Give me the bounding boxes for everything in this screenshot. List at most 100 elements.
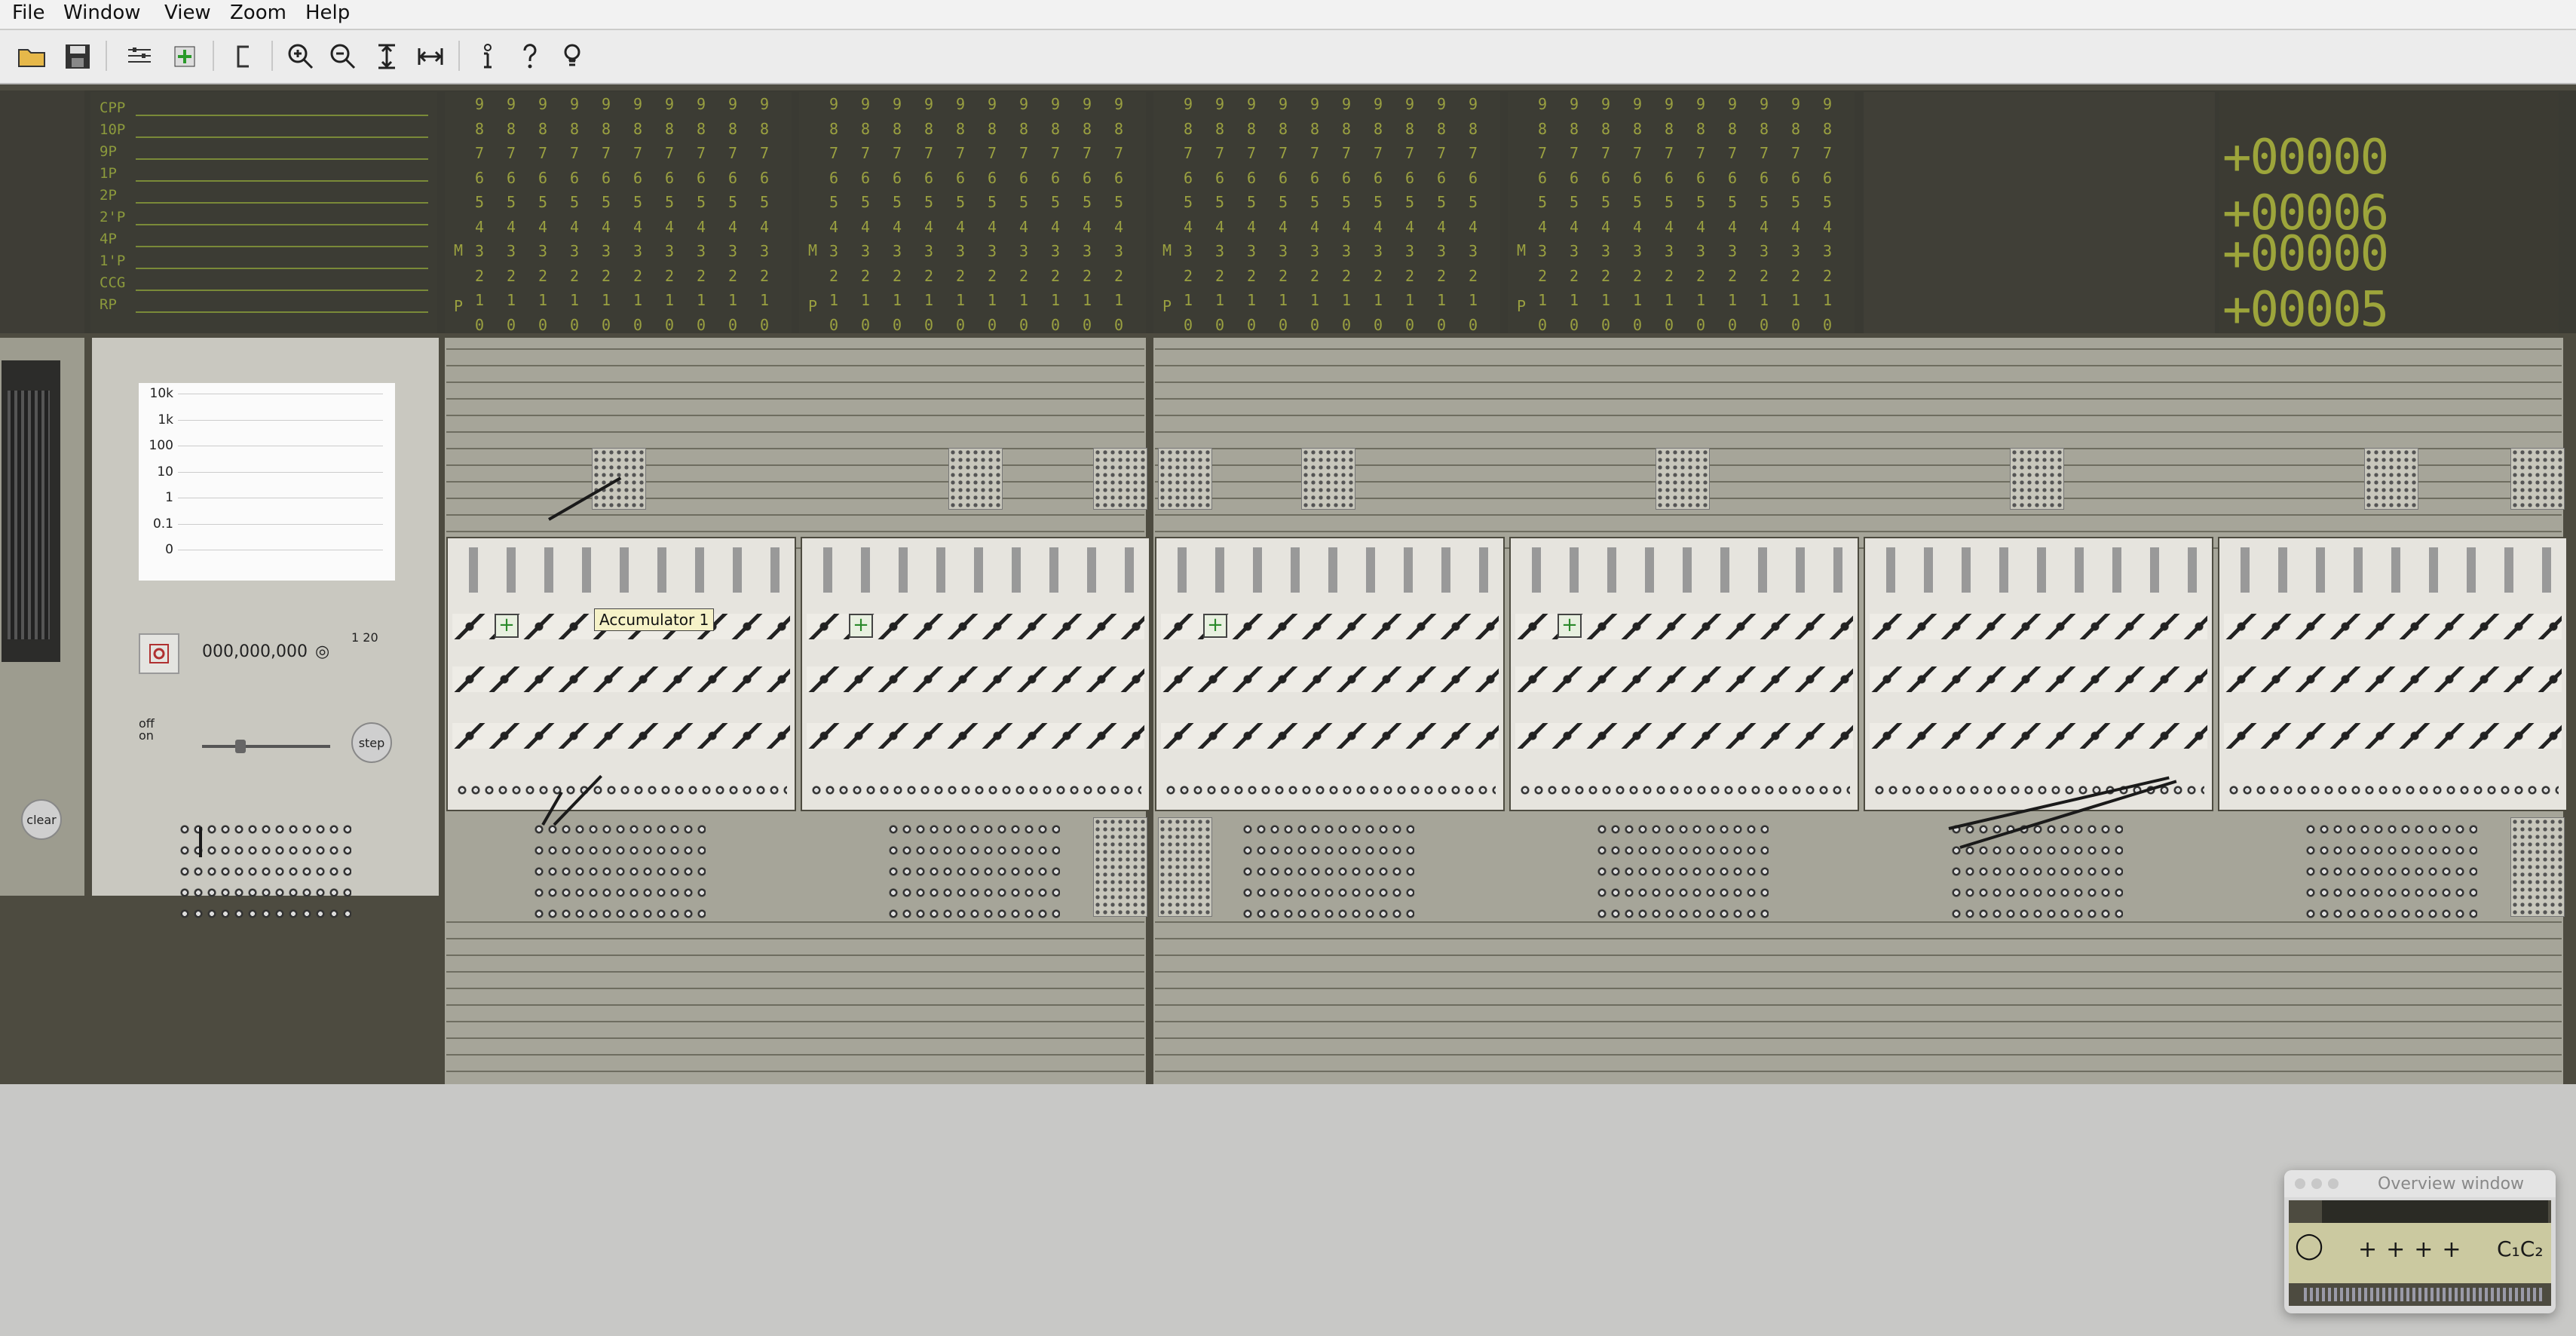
trunk-jack-row[interactable] <box>1595 823 1769 835</box>
connector-block[interactable] <box>1093 448 1147 510</box>
connector-block[interactable] <box>948 448 1003 510</box>
input-jack-row[interactable] <box>455 784 787 796</box>
menu-window[interactable]: Window <box>63 2 141 24</box>
info-icon[interactable] <box>469 38 507 75</box>
connector-block[interactable] <box>1158 817 1212 917</box>
menu-zoom[interactable]: Zoom <box>230 2 286 24</box>
bracket-icon[interactable] <box>225 38 262 75</box>
trunk-jack-row[interactable] <box>178 887 351 899</box>
trunk-jack-row[interactable] <box>1950 908 2123 920</box>
fit-width-icon[interactable] <box>412 38 449 75</box>
trunk-jack-row[interactable] <box>887 823 1060 835</box>
multiplier-unit[interactable] <box>1864 537 2213 811</box>
connector-block[interactable] <box>1656 448 1710 510</box>
patch-cable[interactable] <box>199 827 202 857</box>
connector-block[interactable] <box>2010 448 2064 510</box>
program-switch-row[interactable] <box>1870 723 2207 749</box>
switch-row[interactable] <box>810 547 1141 593</box>
trunk-jack-row[interactable] <box>1241 866 1414 878</box>
power-switch[interactable]: off on <box>139 718 155 742</box>
trunk-jack-row[interactable] <box>178 908 351 920</box>
trunk-jack-row[interactable] <box>2304 844 2477 856</box>
trunk-jack-row[interactable] <box>532 823 706 835</box>
trunk-jack-row[interactable] <box>1241 887 1414 899</box>
connector-block[interactable] <box>2510 448 2565 510</box>
overview-window[interactable]: Overview window ◯ ++++ C₁C₂ <box>2284 1170 2556 1313</box>
zoom-out-icon[interactable] <box>324 38 362 75</box>
trunk-jack-row[interactable] <box>887 866 1060 878</box>
trunk-jack-row[interactable] <box>1595 866 1769 878</box>
switch-row[interactable] <box>1164 547 1496 593</box>
switch-row[interactable] <box>2227 547 2559 593</box>
program-switch-row[interactable] <box>1870 666 2207 692</box>
trunk-jack-row[interactable] <box>178 866 351 878</box>
connector-block[interactable] <box>2510 817 2565 917</box>
menu-file[interactable]: File <box>12 2 45 24</box>
trunk-jack-row[interactable] <box>532 844 706 856</box>
program-switch-row[interactable] <box>1161 723 1499 749</box>
trunk-jack-row[interactable] <box>887 887 1060 899</box>
connector-block[interactable] <box>1093 817 1147 917</box>
trunk-jack-row[interactable] <box>532 908 706 920</box>
help-icon[interactable] <box>511 38 549 75</box>
accumulator-unit[interactable]: + <box>801 537 1150 811</box>
program-switch-row[interactable] <box>1515 723 1853 749</box>
divider-unit[interactable] <box>2218 537 2568 811</box>
reset-icon[interactable]: ◎ <box>315 642 329 661</box>
input-jack-row[interactable] <box>1164 784 1496 796</box>
trunk-jack-row[interactable] <box>1595 908 1769 920</box>
input-jack-row[interactable] <box>2227 784 2559 796</box>
program-switch-row[interactable] <box>807 666 1144 692</box>
menu-help[interactable]: Help <box>305 2 350 24</box>
trunk-jack-row[interactable] <box>887 844 1060 856</box>
program-switch-row[interactable] <box>452 723 790 749</box>
zoom-in-icon[interactable] <box>282 38 320 75</box>
switch-row[interactable] <box>1873 547 2204 593</box>
trunk-jack-row[interactable] <box>2304 866 2477 878</box>
trunk-jack-row[interactable] <box>1950 866 2123 878</box>
maximize-icon[interactable] <box>2328 1178 2339 1189</box>
trunk-jack-row[interactable] <box>887 908 1060 920</box>
trunk-jack-row[interactable] <box>178 823 351 835</box>
clear-button[interactable]: clear <box>21 799 62 840</box>
machine-canvas[interactable]: CPP 10P 9P 1P 2P 2'P 4P 1'P CCG RP MP987654321098… <box>0 84 2576 1084</box>
config-icon[interactable] <box>121 38 158 75</box>
program-switch-row[interactable] <box>452 666 790 692</box>
switch-row[interactable] <box>455 547 787 593</box>
program-switch-row[interactable] <box>807 723 1144 749</box>
step-button[interactable]: step <box>351 722 392 763</box>
rate-switch[interactable]: 1 20 <box>351 630 378 645</box>
trunk-jack-row[interactable] <box>532 887 706 899</box>
lightbulb-icon[interactable] <box>553 38 591 75</box>
trunk-jack-row[interactable] <box>2304 908 2477 920</box>
overview-titlebar[interactable]: Overview window <box>2284 1170 2556 1197</box>
trunk-jack-row[interactable] <box>1950 887 2123 899</box>
open-icon[interactable] <box>14 38 51 75</box>
program-switch-row[interactable] <box>1161 666 1499 692</box>
trunk-jack-row[interactable] <box>1241 823 1414 835</box>
program-switch-row[interactable] <box>2224 666 2562 692</box>
trunk-jack-row[interactable] <box>178 844 351 856</box>
program-switch-row[interactable] <box>2224 614 2562 639</box>
program-switch-row[interactable] <box>1870 614 2207 639</box>
trunk-jack-row[interactable] <box>1950 844 2123 856</box>
overview-minimap[interactable]: ◯ ++++ C₁C₂ <box>2289 1200 2551 1306</box>
switch-row[interactable] <box>1518 547 1850 593</box>
record-button[interactable] <box>139 633 179 674</box>
trunk-jack-row[interactable] <box>1595 844 1769 856</box>
program-switch-row[interactable] <box>2224 723 2562 749</box>
connector-block[interactable] <box>2364 448 2418 510</box>
add-icon[interactable] <box>166 38 204 75</box>
input-jack-row[interactable] <box>1518 784 1850 796</box>
accumulator-unit[interactable]: + <box>446 537 796 811</box>
connector-block[interactable] <box>1158 448 1212 510</box>
connector-block[interactable] <box>1301 448 1355 510</box>
fit-height-icon[interactable] <box>368 38 406 75</box>
trunk-jack-row[interactable] <box>1241 844 1414 856</box>
trunk-jack-row[interactable] <box>2304 823 2477 835</box>
trunk-jack-row[interactable] <box>1241 908 1414 920</box>
program-switch-row[interactable] <box>1515 666 1853 692</box>
speed-slider[interactable] <box>202 740 330 753</box>
save-icon[interactable] <box>59 38 96 75</box>
accumulator-unit[interactable]: + <box>1509 537 1859 811</box>
